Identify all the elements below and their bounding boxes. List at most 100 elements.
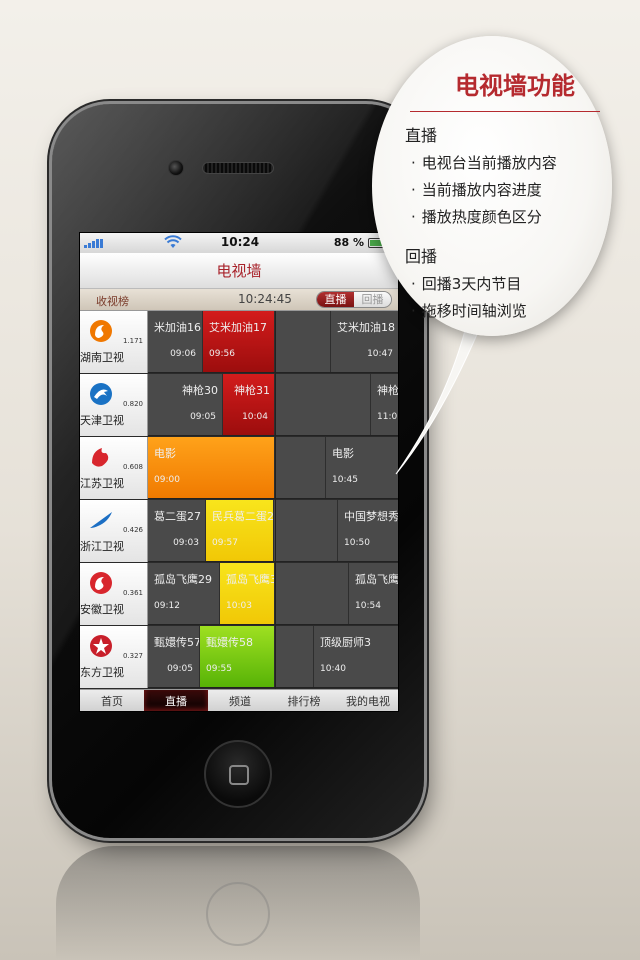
program-title: 艾米加油18 [337,321,395,334]
tab-item[interactable]: 排行榜 [272,690,336,711]
program-start-time: 09:05 [167,664,193,674]
program-cell[interactable]: 艾米加油18 10:47 [331,311,398,372]
program-start-time: 09:55 [206,664,232,674]
channel-row[interactable]: 0.820 天津卫视 神枪30 09:05 神枪31 10:04 神枪 11:0 [80,374,399,436]
tab-item[interactable]: 频道 [208,690,272,711]
program-title: 中国梦想秀 [344,510,399,523]
tab-bar: 首页 直播 频道 排行榜 我的电视 [80,689,398,711]
current-time-line[interactable] [275,311,276,689]
channel-row[interactable]: 0.608 江苏卫视 电影 09:00 电影 10:45 [80,437,398,499]
channel-cell[interactable]: 0.820 天津卫视 [80,374,148,436]
phone-reflection [56,846,420,960]
status-bar: 10:24 88 % [80,233,398,253]
channel-row[interactable]: 0.426 浙江卫视 葛二蛋27 09:03 民兵葛二蛋28 09:57 中国梦想秀 10:5… [80,500,399,562]
channel-name: 浙江卫视 [80,540,124,553]
program-start-time: 09:57 [212,538,238,548]
program-title: 艾米加油17 [209,321,267,334]
program-gap [275,563,349,624]
program-cell[interactable]: 孤岛飞鹰 10:54 [349,563,398,624]
channel-logo-icon [88,571,114,595]
callout-replay-item: 拖移时间轴浏览 [405,300,605,321]
program-cell[interactable]: 民兵葛二蛋28 09:57 [206,500,274,561]
channel-logo-icon [88,382,114,406]
home-button-reflection [206,882,270,946]
current-clock: 10:24:45 [238,292,292,306]
program-start-time: 09:06 [170,349,196,359]
callout-replay-heading: 回播 [405,247,438,266]
channel-cell[interactable]: 0.608 江苏卫视 [80,437,148,499]
channel-rating: 0.426 [122,526,143,534]
nav-title: 电视墙 [80,253,398,289]
channel-row[interactable]: 1.171 湖南卫视 米加油16 09:06 艾米加油17 09:56 艾米加油18 10:4… [80,311,398,373]
program-title: 孤岛飞鹰30 [226,573,274,586]
program-cell[interactable]: 甄嬛传58 09:55 [200,626,275,687]
program-start-time: 10:04 [242,412,268,422]
program-title: 葛二蛋27 [154,510,201,523]
sub-bar: 收视榜 10:24:45 直播 回播 [80,289,398,311]
program-title: 甄嬛传58 [206,636,253,649]
channel-cell[interactable]: 0.426 浙江卫视 [80,500,148,562]
toggle-live[interactable]: 直播 [317,292,354,307]
tab-item[interactable]: 我的电视 [336,690,398,711]
program-start-time: 11:0 [377,412,398,422]
live-replay-toggle[interactable]: 直播 回播 [316,291,392,308]
channel-rating: 0.327 [122,652,143,660]
program-start-time: 10:50 [344,538,370,548]
callout-content: 电视墙功能 直播 电视台当前播放内容 当前播放内容进度 播放热度颜色区分 回播 … [405,66,605,321]
tab-item[interactable]: 直播 [144,690,208,711]
channel-row[interactable]: 0.327 东方卫视 甄嬛传57 09:05 甄嬛传58 09:55 顶级厨师3 10:40 [80,626,398,688]
program-title: 电影 [332,447,354,460]
callout-live-item: 当前播放内容进度 [405,179,605,200]
program-title: 顶级厨师3 [320,636,371,649]
channel-cell[interactable]: 0.327 东方卫视 [80,626,148,688]
program-cell[interactable]: 葛二蛋27 09:03 [148,500,206,561]
program-title: 米加油16 [154,321,201,334]
program-gap [275,374,371,435]
program-cell[interactable]: 艾米加油17 09:56 [203,311,275,372]
channel-rating: 0.820 [122,400,143,408]
program-cell[interactable]: 神枪31 10:04 [223,374,275,435]
program-title: 甄嬛传57 [154,636,200,649]
program-start-time: 10:03 [226,601,252,611]
program-start-time: 09:56 [209,349,235,359]
program-gap [274,500,338,561]
program-cell[interactable]: 甄嬛传57 09:05 [148,626,200,687]
program-gap [275,437,326,498]
channel-cell[interactable]: 1.171 湖南卫视 [80,311,148,373]
channel-row[interactable]: 0.361 安徽卫视 孤岛飞鹰29 09:12 孤岛飞鹰30 10:03 孤岛飞鹰 10:54 [80,563,398,625]
program-start-time: 10:40 [320,664,346,674]
program-cell[interactable]: 中国梦想秀 10:50 [338,500,399,561]
channel-name: 湖南卫视 [80,351,124,364]
toggle-replay[interactable]: 回播 [354,292,391,307]
program-cell[interactable]: 孤岛飞鹰30 10:03 [220,563,275,624]
earpiece-speaker [202,162,274,174]
channel-cell[interactable]: 0.361 安徽卫视 [80,563,148,625]
ratings-rank-link[interactable]: 收视榜 [96,293,129,309]
channel-rating: 0.361 [122,589,143,597]
program-cell[interactable]: 神枪30 09:05 [148,374,223,435]
channel-logo-icon [88,634,114,658]
channel-logo-icon [88,319,114,343]
callout-live-heading: 直播 [405,126,438,145]
home-square-icon [229,765,249,785]
program-cell[interactable]: 电影 10:45 [326,437,398,498]
program-cell[interactable]: 神枪 11:0 [371,374,399,435]
program-cell[interactable]: 米加油16 09:06 [148,311,203,372]
program-cell[interactable]: 孤岛飞鹰29 09:12 [148,563,220,624]
program-start-time: 09:00 [154,475,180,485]
battery-percent: 88 % [333,236,364,249]
program-cell[interactable]: 顶级厨师3 10:40 [314,626,398,687]
tv-wall-grid[interactable]: 1.171 湖南卫视 米加油16 09:06 艾米加油17 09:56 艾米加油18 10:4… [80,311,398,689]
program-title: 神枪31 [234,384,270,397]
program-start-time: 09:12 [154,601,180,611]
program-cell[interactable]: 电影 09:00 [148,437,275,498]
front-camera [168,160,184,176]
program-gap [275,311,331,372]
callout-title: 电视墙功能 [455,72,575,100]
home-button[interactable] [204,740,272,808]
program-title: 神枪30 [182,384,218,397]
channel-logo-icon [88,445,114,469]
tab-item[interactable]: 首页 [80,690,144,711]
program-title: 神枪 [377,384,399,397]
channel-name: 安徽卫视 [80,603,124,616]
